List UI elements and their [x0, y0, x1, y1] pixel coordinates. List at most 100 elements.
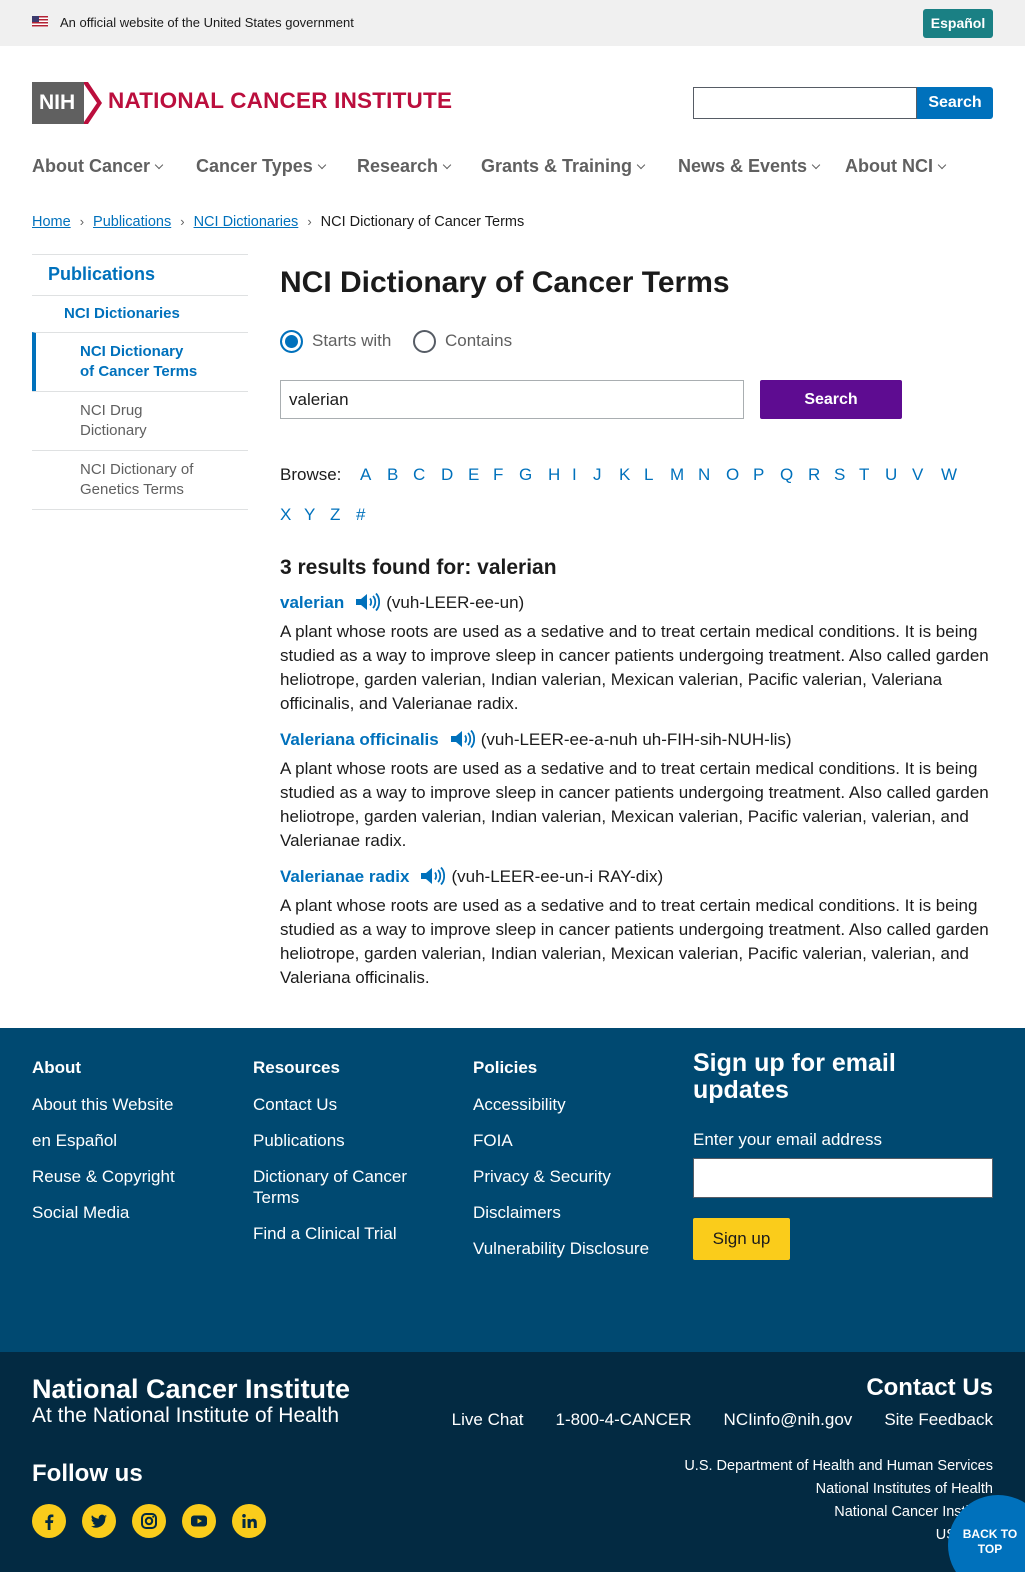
contact-links: Live Chat 1-800-4-CANCER NCIinfo@nih.gov Si… — [420, 1410, 993, 1430]
footer-link[interactable]: About this Website — [32, 1094, 175, 1115]
site-search-input[interactable] — [693, 87, 917, 119]
site-feedback-link[interactable]: Site Feedback — [884, 1410, 993, 1429]
footer-link[interactable]: Reuse & Copyright — [32, 1166, 175, 1187]
radio-label: Starts with — [312, 331, 392, 350]
browse-letter-link[interactable]: F — [493, 465, 503, 485]
browse-letter-link[interactable]: L — [644, 465, 653, 485]
sidebar-item-genetics-terms[interactable]: NCI Dictionary of Genetics Terms — [32, 450, 248, 510]
site-search-button[interactable]: Search — [917, 87, 993, 119]
email-field[interactable] — [693, 1158, 993, 1198]
audio-speaker-icon[interactable] — [419, 866, 446, 886]
chevron-down-icon — [636, 160, 646, 170]
dictionary-search-button[interactable]: Search — [760, 380, 902, 419]
breadcrumb: Home › Publications › NCI Dictionaries › NCI D… — [32, 214, 524, 230]
footer-nci-name[interactable]: National Cancer Institute — [32, 1374, 350, 1405]
nav-grants-training[interactable]: Grants & Training — [481, 156, 646, 177]
nav-cancer-types[interactable]: Cancer Types — [196, 156, 326, 177]
chevron-right-icon: › — [180, 214, 185, 229]
footer-link[interactable]: Social Media — [32, 1202, 175, 1223]
twitter-icon[interactable] — [82, 1504, 116, 1538]
browse-letter-link[interactable]: T — [859, 465, 869, 485]
result-term-link[interactable]: valerian — [280, 593, 344, 612]
live-chat-link[interactable]: Live Chat — [452, 1410, 524, 1429]
browse-letter-link[interactable]: M — [670, 465, 684, 485]
page-title: NCI Dictionary of Cancer Terms — [280, 266, 730, 299]
footer-link[interactable]: Disclaimers — [473, 1202, 649, 1223]
nav-research[interactable]: Research — [357, 156, 452, 177]
dictionary-search-input[interactable] — [280, 380, 744, 419]
nav-about-nci[interactable]: About NCI — [845, 156, 947, 177]
linkedin-icon[interactable] — [232, 1504, 266, 1538]
result-term-link[interactable]: Valerianae radix — [280, 867, 409, 886]
footer-col-title: About — [32, 1058, 82, 1077]
browse-letter-link[interactable]: J — [593, 465, 602, 485]
browse-letter-link[interactable]: W — [941, 465, 957, 485]
phone-link[interactable]: 1-800-4-CANCER — [556, 1410, 692, 1429]
breadcrumb-publications[interactable]: Publications — [93, 214, 171, 230]
footer-link[interactable]: Publications — [253, 1130, 443, 1151]
footer-link[interactable]: Contact Us — [253, 1094, 443, 1115]
footer-link[interactable]: Accessibility — [473, 1094, 649, 1115]
browse-letter-link[interactable]: P — [753, 465, 764, 485]
browse-letter-link[interactable]: D — [441, 465, 453, 485]
gov-banner: An official website of the United States… — [0, 0, 1025, 46]
pronunciation: (vuh-LEER-ee-un) — [386, 593, 525, 612]
email-link[interactable]: NCIinfo@nih.gov — [724, 1410, 853, 1429]
browse-letter-link[interactable]: R — [808, 465, 820, 485]
nav-about-cancer[interactable]: About Cancer — [32, 156, 164, 177]
espanol-button[interactable]: Español — [923, 9, 993, 38]
breadcrumb-home[interactable]: Home — [32, 214, 71, 230]
nih-link[interactable]: National Institutes of Health — [816, 1481, 993, 1497]
browse-letter-link[interactable]: S — [834, 465, 845, 485]
radio-circle — [413, 330, 436, 353]
footer-link[interactable]: Dictionary of Cancer Terms — [253, 1166, 443, 1208]
browse-letter-link[interactable]: A — [360, 465, 371, 485]
signup-button[interactable]: Sign up — [693, 1218, 790, 1260]
footer-link[interactable]: FOIA — [473, 1130, 649, 1151]
audio-speaker-icon[interactable] — [354, 592, 381, 612]
browse-letter-link[interactable]: Q — [780, 465, 793, 485]
footer-col-title: Resources — [253, 1058, 340, 1077]
footer-link[interactable]: Vulnerability Disclosure — [473, 1238, 649, 1259]
definition: A plant whose roots are used as a sedati… — [280, 759, 989, 850]
instagram-icon[interactable] — [132, 1504, 166, 1538]
facebook-icon[interactable] — [32, 1504, 66, 1538]
result-term-link[interactable]: Valeriana officinalis — [280, 730, 439, 749]
footer-col-title: Policies — [473, 1058, 538, 1077]
breadcrumb-dictionaries[interactable]: NCI Dictionaries — [194, 214, 299, 230]
browse-letter-link[interactable]: Y — [304, 505, 315, 525]
browse-letter-link[interactable]: Z — [330, 505, 340, 525]
footer-bottom: National Cancer Institute At the Nationa… — [0, 1352, 1025, 1572]
chevron-right-icon: › — [307, 214, 312, 229]
browse-letter-link[interactable]: # — [356, 505, 365, 525]
browse-letter-link[interactable]: H — [548, 465, 560, 485]
browse-letter-link[interactable]: X — [280, 505, 291, 525]
chevron-down-icon — [317, 160, 326, 170]
sidebar-item-cancer-terms[interactable]: NCI Dictionary of Cancer Terms — [32, 332, 248, 391]
definition: A plant whose roots are used as a sedati… — [280, 622, 989, 713]
youtube-icon[interactable] — [182, 1504, 216, 1538]
browse-letter-link[interactable]: E — [468, 465, 479, 485]
footer-link[interactable]: Find a Clinical Trial — [253, 1223, 443, 1244]
pronunciation: (vuh-LEER-ee-un-i RAY-dix) — [451, 867, 664, 886]
hhs-link[interactable]: U.S. Department of Health and Human Serv… — [684, 1458, 993, 1474]
browse-letter-link[interactable]: V — [912, 465, 923, 485]
browse-letter-link[interactable]: K — [619, 465, 630, 485]
footer-link[interactable]: en Español — [32, 1130, 175, 1151]
footer-link[interactable]: Privacy & Security — [473, 1166, 649, 1187]
nav-news-events[interactable]: News & Events — [678, 156, 821, 177]
browse-letter-link[interactable]: G — [519, 465, 532, 485]
sidebar-item-dictionaries[interactable]: NCI Dictionaries — [32, 295, 248, 332]
follow-us-heading: Follow us — [32, 1460, 143, 1487]
sidebar-item-publications[interactable]: Publications — [32, 254, 248, 295]
browse-letter-link[interactable]: N — [698, 465, 710, 485]
browse-letter-link[interactable]: O — [726, 465, 739, 485]
sidebar-item-drug-dictionary[interactable]: NCI Drug Dictionary — [32, 391, 248, 450]
browse-letter-link[interactable]: U — [885, 465, 897, 485]
browse-letter-link[interactable]: B — [387, 465, 398, 485]
audio-speaker-icon[interactable] — [449, 729, 475, 749]
browse-letter-link[interactable]: C — [413, 465, 425, 485]
nih-logo-mark: NIH — [32, 82, 84, 124]
browse-letter-link[interactable]: I — [572, 465, 577, 485]
contact-us-heading: Contact Us — [866, 1374, 993, 1401]
